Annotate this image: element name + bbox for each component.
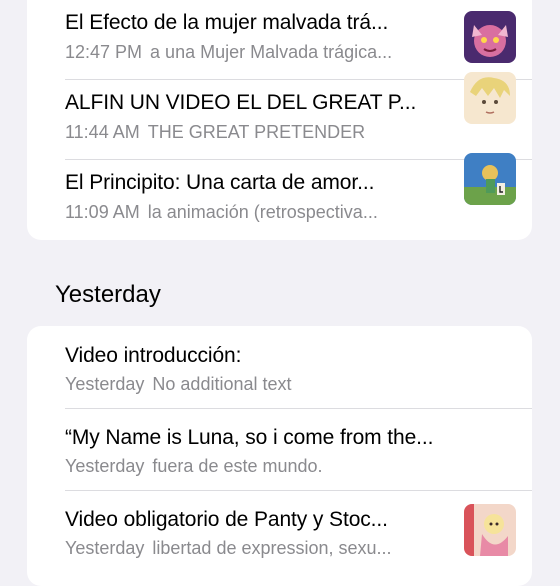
note-preview: libertad de expression, sexu...: [152, 538, 392, 558]
note-preview: a una Mujer Malvada trágica...: [150, 42, 393, 62]
note-thumbnail: [464, 11, 516, 63]
note-item[interactable]: “My Name is Luna, so i come from the... …: [27, 409, 532, 489]
note-subtitle: 11:44 AM THE GREAT PRETENDER: [65, 122, 447, 143]
note-time: Yesterday: [65, 456, 145, 476]
note-thumbnail: [464, 153, 516, 205]
note-title: El Principito: Una carta de amor...: [65, 171, 375, 194]
note-subtitle: 11:09 AM la animación (retrospectiva...: [65, 202, 447, 223]
note-title: El Efecto de la mujer malvada trá...: [65, 11, 389, 34]
note-time: 11:44 AM: [65, 122, 140, 142]
note-time: Yesterday: [65, 538, 145, 558]
note-preview: fuera de este mundo.: [152, 456, 323, 476]
note-preview: la animación (retrospectiva...: [147, 202, 378, 222]
note-subtitle: 12:47 PM a una Mujer Malvada trágica...: [65, 42, 447, 63]
note-preview: No additional text: [152, 374, 292, 394]
note-preview: THE GREAT PRETENDER: [147, 122, 366, 142]
note-time: 12:47 PM: [65, 42, 143, 62]
note-subtitle: Yesterday No additional text: [65, 374, 447, 395]
note-item[interactable]: El Principito: Una carta de amor... 11:0…: [27, 153, 532, 240]
note-item[interactable]: Video introducción: Yesterday No addition…: [27, 326, 532, 406]
notes-group-yesterday: Video introducción: Yesterday No addition…: [27, 326, 532, 586]
note-subtitle: Yesterday libertad de expression, sexu...: [65, 538, 447, 559]
note-time: 11:09 AM: [65, 202, 140, 222]
note-thumbnail: [464, 504, 516, 556]
note-item[interactable]: El Efecto de la mujer malvada trá... 12:…: [27, 0, 532, 80]
note-title: ALFIN UN VIDEO EL DEL GREAT P...: [65, 91, 417, 114]
note-title: Video obligatorio de Panty y Stoc...: [65, 508, 388, 531]
note-title: Video introducción:: [65, 344, 242, 367]
note-item[interactable]: Video obligatorio de Panty y Stoc... Yes…: [27, 491, 532, 571]
notes-group-today: El Efecto de la mujer malvada trá... 12:…: [27, 0, 532, 240]
note-thumbnail: [464, 72, 516, 124]
section-header-yesterday: Yesterday: [55, 281, 161, 308]
note-time: Yesterday: [65, 374, 145, 394]
note-subtitle: Yesterday fuera de este mundo.: [65, 456, 447, 477]
note-item[interactable]: ALFIN UN VIDEO EL DEL GREAT P... 11:44 A…: [27, 72, 532, 160]
note-title: “My Name is Luna, so i come from the...: [65, 426, 434, 449]
